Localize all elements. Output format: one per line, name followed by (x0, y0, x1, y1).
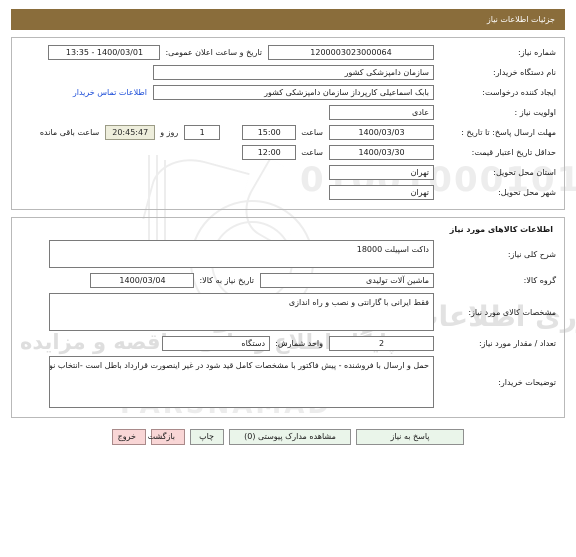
row-province: استان محل تحویل: تهران (20, 165, 556, 180)
page-title: جزئیات اطلاعات نیاز (11, 9, 565, 30)
remaining-days-label: روز و (160, 128, 179, 137)
reply-deadline-time[interactable]: 15:00 (242, 125, 297, 140)
city-label: شهر محل تحویل: (498, 188, 556, 197)
answer-need-button[interactable]: پاسخ به نیاز (356, 429, 464, 445)
row-remarks: توضیحات خریدار: حمل و ارسال با فروشنده -… (20, 356, 556, 408)
goods-group-label: گروه کالا: (523, 276, 556, 285)
view-attachments-button[interactable]: مشاهده مدارک پیوستی (0) (229, 429, 351, 445)
goods-section-title: اطلاعات کالاهای مورد نیاز (449, 225, 553, 234)
province-value[interactable]: تهران (329, 165, 434, 180)
row-reply-deadline: مهلت ارسال پاسخ: تا تاریخ : 1400/03/03 س… (20, 125, 556, 140)
reply-deadline-date[interactable]: 1400/03/03 (329, 125, 434, 140)
row-city: شهر محل تحویل: تهران (20, 185, 556, 200)
goods-group-value[interactable]: ماشین آلات تولیدی (260, 273, 434, 288)
footer-button-bar: پاسخ به نیاز مشاهده مدارک پیوستی (0) چاپ… (11, 429, 565, 445)
announce-datetime-value[interactable]: 1400/03/01 - 13:35 (48, 45, 161, 60)
price-validity-date[interactable]: 1400/03/30 (329, 145, 434, 160)
price-validity-time[interactable]: 12:00 (242, 145, 297, 160)
titlebar-container: جزئیات اطلاعات نیاز (0, 0, 576, 30)
row-price-validity: حداقل تاریخ اعتبار قیمت: 1400/03/30 ساعت… (20, 145, 556, 160)
row-buyer-org: نام دستگاه خریدار: سازمان دامپزشکی کشور (20, 65, 556, 80)
province-label: استان محل تحویل: (493, 168, 556, 177)
creator-label: ایجاد کننده درخواست: (482, 88, 556, 97)
general-desc-label: شرح کلی نیاز: (507, 249, 556, 259)
reply-deadline-label: مهلت ارسال پاسخ: تا تاریخ : (461, 128, 556, 137)
row-priority: اولویت نیاز : عادی (20, 105, 556, 120)
row-quantity: تعداد / مقدار مورد نیاز: 2 واحد شمارش: د… (20, 336, 556, 351)
creator-value[interactable]: بابک اسماعیلی کارپرداز سازمان دامپزشکی ک… (153, 85, 434, 100)
need-date-value[interactable]: 1400/03/04 (90, 273, 195, 288)
unit-value[interactable]: دستگاه (162, 336, 271, 351)
announce-datetime-label: تاریخ و ساعت اعلان عمومی: (165, 48, 262, 57)
print-button[interactable]: چاپ (190, 429, 224, 445)
specs-label: مشخصات کالای مورد نیاز: (468, 307, 556, 317)
remarks-value[interactable]: حمل و ارسال با فروشنده - پیش فاکتور با م… (49, 356, 434, 408)
price-validity-label: حداقل تاریخ اعتبار قیمت: (471, 147, 556, 157)
row-creator: ایجاد کننده درخواست: بابک اسماعیلی کارپر… (20, 85, 556, 100)
back-button[interactable]: بازگشت (148, 429, 185, 445)
specs-value[interactable]: فقط ایرانی با گارانتی و نصب و راه اندازی (49, 293, 434, 331)
buyer-org-value[interactable]: سازمان دامپزشکی کشور (153, 65, 434, 80)
city-value[interactable]: تهران (329, 185, 434, 200)
goods-info-panel: اطلاعات کالاهای مورد نیاز شرح کلی نیاز: … (11, 217, 565, 418)
page-root: جزئیات اطلاعات نیاز شماره نیاز: 12000030… (0, 0, 576, 445)
row-goods-group: گروه کالا: ماشین آلات تولیدی تاریخ نیاز … (20, 273, 556, 288)
quantity-label: تعداد / مقدار مورد نیاز: (478, 339, 556, 348)
buyer-contact-link[interactable]: اطلاعات تماس خریدار (67, 88, 153, 97)
buyer-org-label: نام دستگاه خریدار: (493, 68, 556, 77)
row-specs: مشخصات کالای مورد نیاز: فقط ایرانی با گا… (20, 293, 556, 331)
unit-label: واحد شمارش: (275, 339, 323, 348)
remarks-label: توضیحات خریدار: (498, 377, 556, 387)
reply-deadline-time-label: ساعت (301, 128, 323, 137)
need-number-label: شماره نیاز: (518, 48, 556, 57)
remaining-suffix-label: ساعت باقی مانده (39, 128, 100, 137)
row-need-number: شماره نیاز: 1200003023000064 تاریخ و ساع… (20, 45, 556, 60)
general-desc-value[interactable]: داکت اسپیلت 18000 (49, 240, 434, 268)
countdown-timer: 20:45:47 (105, 125, 156, 140)
need-number-value[interactable]: 1200003023000064 (268, 45, 434, 60)
priority-label: اولویت نیاز : (514, 108, 556, 117)
priority-value[interactable]: عادی (329, 105, 434, 120)
price-validity-time-label: ساعت (301, 148, 323, 157)
need-date-label: تاریخ نیاز به کالا: (199, 276, 254, 285)
need-details-panel: شماره نیاز: 1200003023000064 تاریخ و ساع… (11, 37, 565, 210)
row-general-desc: شرح کلی نیاز: داکت اسپیلت 18000 (20, 240, 556, 268)
exit-button[interactable]: خروج (112, 429, 146, 445)
remaining-days-value: 1 (184, 125, 221, 140)
quantity-value[interactable]: 2 (329, 336, 434, 351)
